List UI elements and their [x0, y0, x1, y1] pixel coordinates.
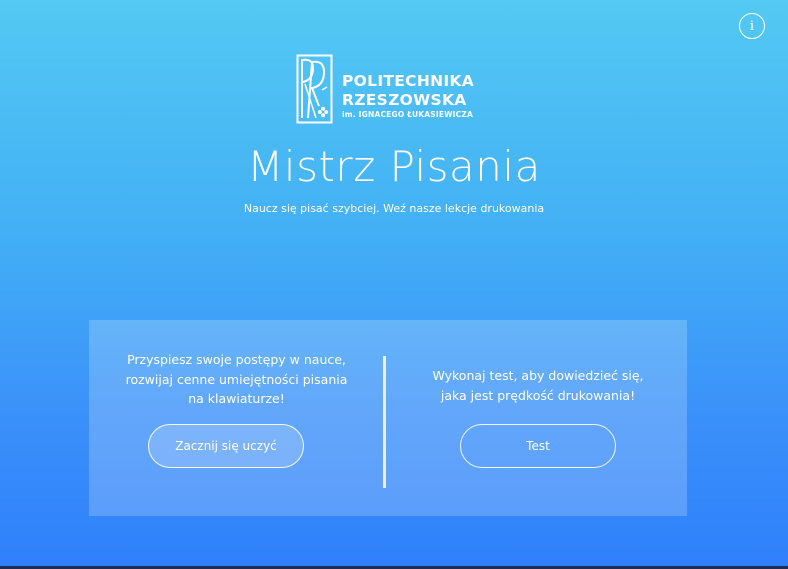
test-description: Wykonaj test, aby dowiedzieć się, jaka j…	[389, 366, 687, 405]
test-text-line: Wykonaj test, aby dowiedzieć się,	[432, 368, 644, 383]
learn-text-line: rozwijaj cenne umiejętności pisania	[125, 371, 348, 387]
section-divider	[383, 356, 386, 488]
test-section: Wykonaj test, aby dowiedzieć się, jaka j…	[389, 320, 687, 516]
learn-description: Przyspiesz swoje postępy w nauce, rozwij…	[89, 350, 384, 409]
test-button[interactable]: Test	[460, 424, 616, 468]
logo-line-2: RZESZOWSKA	[342, 90, 467, 109]
test-text-line: jaka jest prędkość drukowania!	[440, 387, 636, 403]
info-icon: i	[749, 18, 755, 34]
info-button[interactable]: i	[739, 13, 765, 39]
university-logo: POLITECHNIKA RZESZOWSKA im. IGNACEGO ŁUK…	[296, 54, 474, 124]
start-learning-button[interactable]: Zacznij się uczyć	[148, 424, 304, 468]
logo-line-1: POLITECHNIKA	[342, 72, 475, 90]
learn-text-line: Przyspiesz swoje postępy w nauce,	[127, 352, 346, 367]
learn-section: Przyspiesz swoje postępy w nauce, rozwij…	[89, 320, 384, 516]
politechnika-emblem-icon	[296, 54, 333, 124]
page-subtitle: Naucz się pisać szybciej. Weź nasze lekc…	[243, 202, 545, 215]
logo-line-3: im. IGNACEGO ŁUKASIEWICZA	[342, 110, 474, 119]
options-panel: Przyspiesz swoje postępy w nauce, rozwij…	[89, 320, 687, 516]
page-title: Mistrz Pisania	[247, 142, 541, 191]
learn-text-line: na klawiaturze!	[188, 391, 285, 406]
university-name: POLITECHNIKA RZESZOWSKA im. IGNACEGO ŁUK…	[342, 72, 475, 119]
